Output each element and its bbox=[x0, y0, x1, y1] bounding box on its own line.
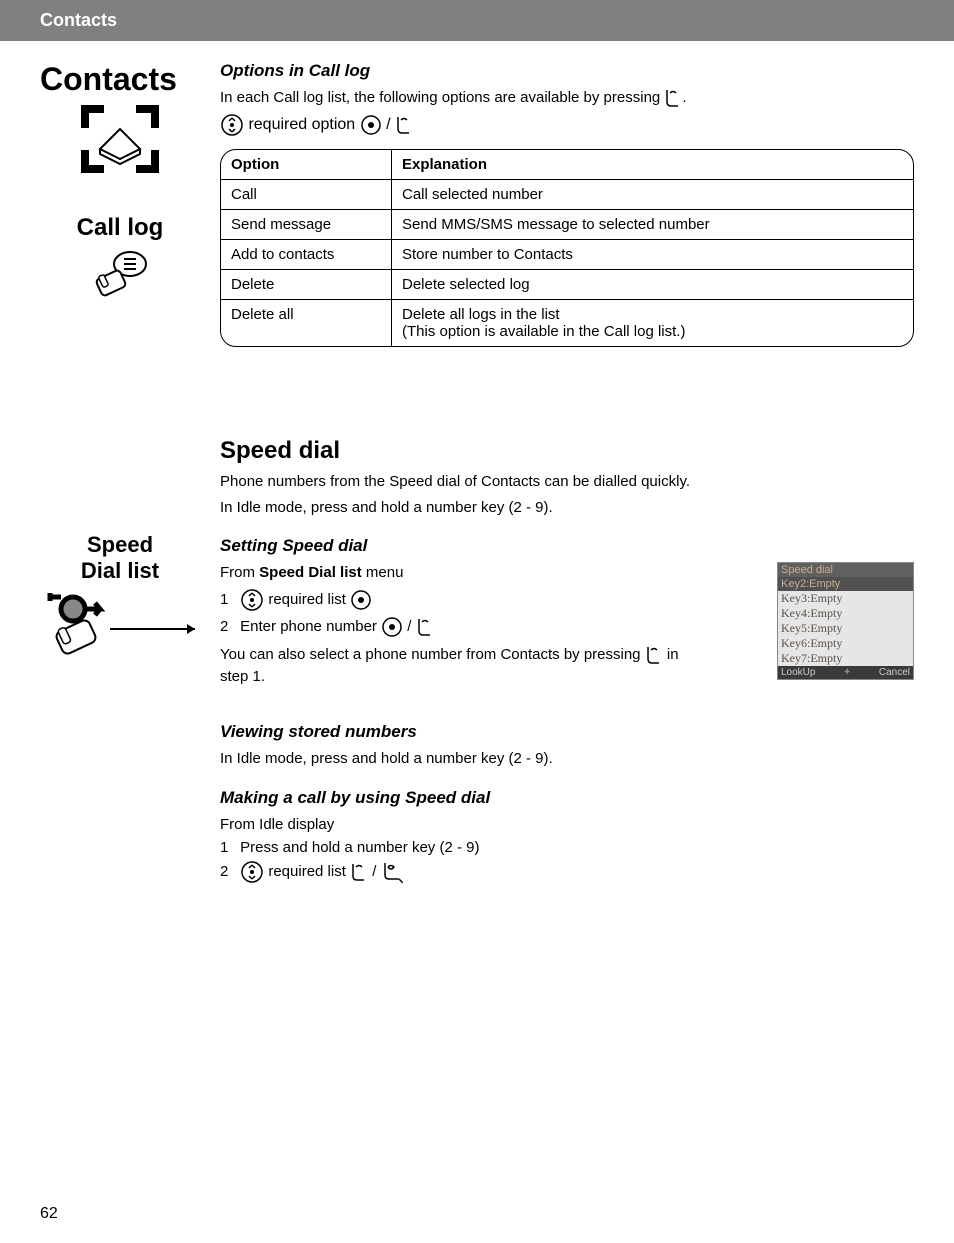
making-s2-text: required list bbox=[268, 863, 350, 880]
viewing-heading: Viewing stored numbers bbox=[220, 722, 914, 742]
options-heading: Options in Call log bbox=[220, 61, 914, 81]
softkey-icon bbox=[664, 87, 682, 109]
sidebar-speeddial-l2: Dial list bbox=[81, 558, 159, 583]
speeddial-icon bbox=[40, 589, 200, 659]
nav-updown-icon bbox=[240, 588, 264, 612]
setting-s1-text: required list bbox=[268, 591, 350, 608]
screen-highlight-row: Key2:Empty bbox=[778, 577, 913, 591]
setting-note-a: You can also select a phone number from … bbox=[220, 646, 641, 663]
setting-note: You can also select a phone number from … bbox=[220, 644, 690, 688]
screen-title: Speed dial bbox=[778, 563, 913, 577]
speeddial-p1: Phone numbers from the Speed dial of Con… bbox=[220, 471, 914, 493]
calllog-icon bbox=[40, 246, 200, 302]
table-row: Delete all Delete all logs in the list (… bbox=[221, 299, 913, 346]
page-number: 62 bbox=[40, 1205, 58, 1223]
making-step-2: 2 required list / bbox=[220, 860, 914, 884]
setting-from-bold: Speed Dial list bbox=[259, 564, 362, 581]
cell-option: Call bbox=[221, 179, 392, 209]
making-s1-text: Press and hold a number key (2 - 9) bbox=[240, 839, 479, 856]
making-step-1: 1 Press and hold a number key (2 - 9) bbox=[220, 839, 914, 856]
options-line2-b: / bbox=[386, 116, 395, 133]
screen-row: Key3:Empty bbox=[778, 591, 913, 606]
center-dot-icon bbox=[360, 114, 382, 136]
softkey-icon bbox=[395, 115, 413, 135]
call-key-icon bbox=[381, 861, 403, 883]
table-row: Add to contacts Store number to Contacts bbox=[221, 239, 913, 269]
cell-option: Add to contacts bbox=[221, 239, 392, 269]
table-row: Send message Send MMS/SMS message to sel… bbox=[221, 209, 913, 239]
setting-from-a: From bbox=[220, 564, 259, 581]
speeddial-p2: In Idle mode, press and hold a number ke… bbox=[220, 497, 914, 519]
viewing-p: In Idle mode, press and hold a number ke… bbox=[220, 748, 914, 770]
screen-row: Key7:Empty bbox=[778, 651, 913, 666]
setting-from-b: menu bbox=[362, 564, 404, 581]
cell-option: Delete bbox=[221, 269, 392, 299]
sidebar-speeddial-l1: Speed bbox=[87, 532, 153, 557]
setting-s2-slash: / bbox=[407, 618, 415, 635]
cell-expl: Delete all logs in the list (This option… bbox=[392, 299, 914, 346]
setting-s2-text: Enter phone number bbox=[240, 618, 381, 635]
step-num: 2 bbox=[220, 863, 236, 880]
sidebar-contacts-title: Contacts bbox=[40, 61, 200, 98]
phone-screen-mock: Speed dial Key2:Empty Key3:Empty Key4:Em… bbox=[777, 562, 914, 680]
softkey-icon bbox=[416, 617, 434, 637]
options-table: Option Explanation Call Call selected nu… bbox=[220, 149, 914, 347]
sidebar-speeddial-title: Speed Dial list bbox=[40, 532, 200, 585]
page-header: Contacts bbox=[0, 0, 954, 41]
center-dot-icon bbox=[381, 616, 403, 638]
nav-updown-icon bbox=[220, 113, 244, 137]
screen-row: Key4:Empty bbox=[778, 606, 913, 621]
th-explanation: Explanation bbox=[392, 150, 914, 180]
screen-footer: LookUp ✦ Cancel bbox=[778, 666, 913, 679]
options-intro-period: . bbox=[682, 89, 686, 106]
cell-expl: Delete selected log bbox=[392, 269, 914, 299]
step-num: 1 bbox=[220, 591, 236, 608]
step-num: 2 bbox=[220, 618, 236, 635]
sidebar-calllog-title: Call log bbox=[40, 214, 200, 242]
screen-row: Key5:Empty bbox=[778, 621, 913, 636]
options-intro-text: In each Call log list, the following opt… bbox=[220, 89, 664, 106]
setting-speeddial-heading: Setting Speed dial bbox=[220, 536, 914, 556]
table-row: Call Call selected number bbox=[221, 179, 913, 209]
options-line2-a: required option bbox=[248, 116, 359, 133]
options-icon-line: required option / bbox=[220, 113, 914, 137]
screen-row: Key6:Empty bbox=[778, 636, 913, 651]
making-from: From Idle display bbox=[220, 814, 914, 836]
nav-updown-icon bbox=[240, 860, 264, 884]
center-dot-icon bbox=[350, 589, 372, 611]
making-heading: Making a call by using Speed dial bbox=[220, 788, 914, 808]
screen-foot-right: Cancel bbox=[879, 667, 910, 678]
step-num: 1 bbox=[220, 839, 236, 856]
softkey-icon bbox=[645, 644, 663, 666]
table-row: Delete Delete selected log bbox=[221, 269, 913, 299]
speeddial-heading: Speed dial bbox=[220, 437, 914, 465]
cell-expl: Send MMS/SMS message to selected number bbox=[392, 209, 914, 239]
header-title: Contacts bbox=[40, 10, 117, 30]
making-s2-slash: / bbox=[372, 863, 380, 880]
sidebar: Contacts Call log bbox=[40, 61, 210, 888]
cell-option: Delete all bbox=[221, 299, 392, 346]
main-content: Options in Call log In each Call log lis… bbox=[210, 61, 914, 888]
cell-expl: Call selected number bbox=[392, 179, 914, 209]
screen-foot-left: LookUp bbox=[781, 667, 815, 678]
contacts-icon bbox=[40, 104, 200, 174]
options-intro: In each Call log list, the following opt… bbox=[220, 87, 914, 109]
cell-option: Send message bbox=[221, 209, 392, 239]
th-option: Option bbox=[221, 150, 392, 180]
cell-expl: Store number to Contacts bbox=[392, 239, 914, 269]
softkey-icon bbox=[350, 862, 368, 882]
